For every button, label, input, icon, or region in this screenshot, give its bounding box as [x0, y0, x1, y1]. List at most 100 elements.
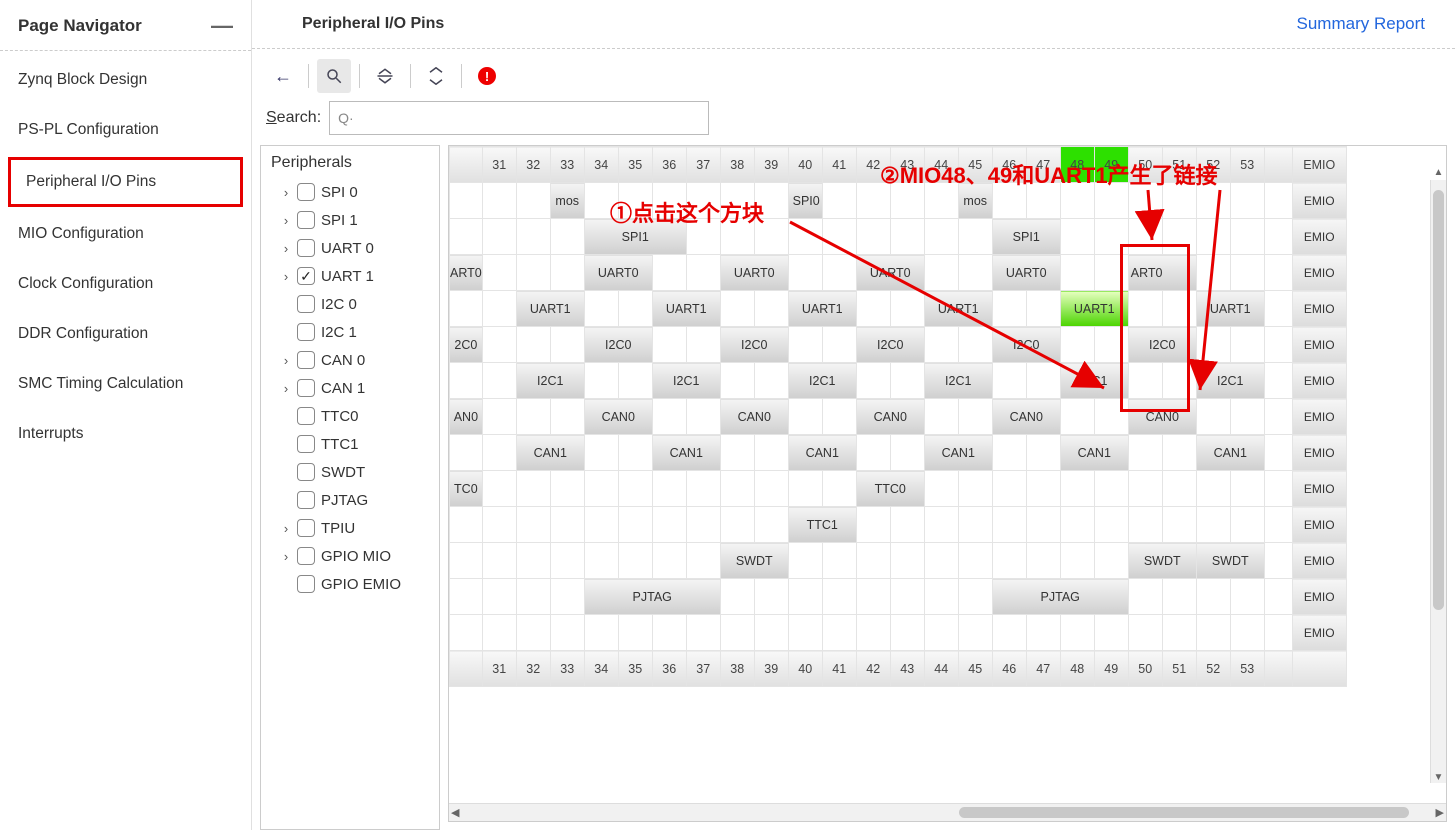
block-uart1-44[interactable]: UART1	[924, 291, 992, 327]
emio-cell-ttc0[interactable]: EMIO	[1292, 471, 1346, 507]
block-i2c0-38[interactable]: I2C0	[720, 327, 788, 363]
checkbox[interactable]	[297, 239, 315, 257]
block-uart0-34[interactable]: UART0	[584, 255, 652, 291]
block-i2c1-48[interactable]: I2C1	[1060, 363, 1128, 399]
block-swdt-52[interactable]: SWDT	[1196, 543, 1264, 579]
peripheral-item-swdt[interactable]: SWDT	[261, 458, 439, 486]
block-lead-can0[interactable]: AN0	[450, 399, 483, 435]
block-ttc1-40[interactable]: TTC1	[788, 507, 856, 543]
nav-item-ddr-configuration[interactable]: DDR Configuration	[0, 309, 251, 359]
block-can1-40[interactable]: CAN1	[788, 435, 856, 471]
checkbox[interactable]	[297, 435, 315, 453]
block-lead-ttc0[interactable]: TC0	[450, 471, 483, 507]
block-i2c0-50[interactable]: I2C0	[1128, 327, 1196, 363]
block-i2c1-32[interactable]: I2C1	[516, 363, 584, 399]
block-swdt-38[interactable]: SWDT	[720, 543, 788, 579]
search-toggle-button[interactable]	[317, 59, 351, 93]
search-input[interactable]: Q·	[329, 101, 709, 135]
block-lead-i2c0[interactable]: 2C0	[450, 327, 483, 363]
collapse-all-button[interactable]	[368, 59, 402, 93]
peripheral-item-pjtag[interactable]: PJTAG	[261, 486, 439, 514]
checkbox[interactable]	[297, 491, 315, 509]
block-i2c0-34[interactable]: I2C0	[584, 327, 652, 363]
horizontal-scrollbar[interactable]: ◀▶	[449, 803, 1446, 821]
peripheral-item-spi-1[interactable]: ›SPI 1	[261, 206, 439, 234]
block-can1-44[interactable]: CAN1	[924, 435, 992, 471]
peripheral-item-uart-0[interactable]: ›UART 0	[261, 234, 439, 262]
checkbox[interactable]	[297, 323, 315, 341]
block-uart0-42[interactable]: UART0	[856, 255, 924, 291]
emio-cell-spi0[interactable]: EMIO	[1292, 183, 1346, 219]
block-can0-42[interactable]: CAN0	[856, 399, 924, 435]
nav-item-interrupts[interactable]: Interrupts	[0, 409, 251, 459]
block-can1-48[interactable]: CAN1	[1060, 435, 1128, 471]
errors-button[interactable]: !	[470, 59, 504, 93]
emio-cell-can0[interactable]: EMIO	[1292, 399, 1346, 435]
block-spi1-46[interactable]: SPI1	[992, 219, 1060, 255]
checkbox[interactable]	[297, 183, 315, 201]
peripheral-item-i2c-1[interactable]: I2C 1	[261, 318, 439, 346]
peripheral-item-tpiu[interactable]: ›TPIU	[261, 514, 439, 542]
block-uart1-48[interactable]: UART1	[1060, 291, 1128, 327]
nav-item-mio-configuration[interactable]: MIO Configuration	[0, 209, 251, 259]
block-ttc0-42[interactable]: TTC0	[856, 471, 924, 507]
block-i2c1-44[interactable]: I2C1	[924, 363, 992, 399]
block-spi0-40[interactable]: SPI0	[788, 183, 822, 219]
checkbox[interactable]	[297, 407, 315, 425]
emio-cell-i2c1[interactable]: EMIO	[1292, 363, 1346, 399]
block-i2c1-40[interactable]: I2C1	[788, 363, 856, 399]
checkbox[interactable]	[297, 295, 315, 313]
sidebar-collapse-icon[interactable]: —	[211, 20, 233, 32]
checkbox[interactable]	[297, 519, 315, 537]
nav-item-smc-timing-calculation[interactable]: SMC Timing Calculation	[0, 359, 251, 409]
block-lead-uart0[interactable]: ART0	[450, 255, 483, 291]
block-i2c0-46[interactable]: I2C0	[992, 327, 1060, 363]
block-swdt-50[interactable]: SWDT	[1128, 543, 1196, 579]
block-i2c1-52[interactable]: I2C1	[1196, 363, 1264, 399]
block-spi0-45[interactable]: mos	[958, 183, 992, 219]
nav-item-zynq-block-design[interactable]: Zynq Block Design	[0, 55, 251, 105]
block-uart1-40[interactable]: UART1	[788, 291, 856, 327]
peripheral-item-spi-0[interactable]: ›SPI 0	[261, 178, 439, 206]
checkbox[interactable]	[297, 351, 315, 369]
block-uart1-32[interactable]: UART1	[516, 291, 584, 327]
back-button[interactable]: ←	[266, 59, 300, 93]
block-can0-50[interactable]: CAN0	[1128, 399, 1196, 435]
peripheral-item-uart-1[interactable]: ›✓UART 1	[261, 262, 439, 290]
checkbox[interactable]	[297, 575, 315, 593]
block-pjtag-46[interactable]: PJTAG	[992, 579, 1128, 615]
checkbox[interactable]	[297, 547, 315, 565]
nav-item-ps-pl-configuration[interactable]: PS-PL Configuration	[0, 105, 251, 155]
checkbox[interactable]	[297, 379, 315, 397]
block-i2c0-42[interactable]: I2C0	[856, 327, 924, 363]
checkbox[interactable]	[297, 211, 315, 229]
vertical-scrollbar[interactable]: ▲ ▼	[1430, 180, 1446, 783]
block-can0-46[interactable]: CAN0	[992, 399, 1060, 435]
emio-cell-tpiu_spare[interactable]: EMIO	[1292, 615, 1346, 651]
block-can1-36[interactable]: CAN1	[652, 435, 720, 471]
emio-cell-uart1[interactable]: EMIO	[1292, 291, 1346, 327]
checkbox[interactable]: ✓	[297, 267, 315, 285]
block-pjtag-34[interactable]: PJTAG	[584, 579, 720, 615]
block-uart1-52[interactable]: UART1	[1196, 291, 1264, 327]
peripheral-item-can-0[interactable]: ›CAN 0	[261, 346, 439, 374]
block-spi1-34[interactable]: SPI1	[584, 219, 686, 255]
nav-item-clock-configuration[interactable]: Clock Configuration	[0, 259, 251, 309]
emio-cell-can1[interactable]: EMIO	[1292, 435, 1346, 471]
block-i2c1-36[interactable]: I2C1	[652, 363, 720, 399]
expand-all-button[interactable]	[419, 59, 453, 93]
peripheral-item-can-1[interactable]: ›CAN 1	[261, 374, 439, 402]
emio-cell-spi1[interactable]: EMIO	[1292, 219, 1346, 255]
block-can0-38[interactable]: CAN0	[720, 399, 788, 435]
emio-cell-uart0[interactable]: EMIO	[1292, 255, 1346, 291]
peripheral-item-i2c-0[interactable]: I2C 0	[261, 290, 439, 318]
block-can0-34[interactable]: CAN0	[584, 399, 652, 435]
block-uart1-36[interactable]: UART1	[652, 291, 720, 327]
block-can1-32[interactable]: CAN1	[516, 435, 584, 471]
emio-cell-swdt[interactable]: EMIO	[1292, 543, 1346, 579]
emio-cell-i2c0[interactable]: EMIO	[1292, 327, 1346, 363]
emio-cell-ttc1[interactable]: EMIO	[1292, 507, 1346, 543]
block-uart0-50[interactable]: ART0	[1128, 255, 1196, 291]
block-uart0-46[interactable]: UART0	[992, 255, 1060, 291]
block-can1-52[interactable]: CAN1	[1196, 435, 1264, 471]
